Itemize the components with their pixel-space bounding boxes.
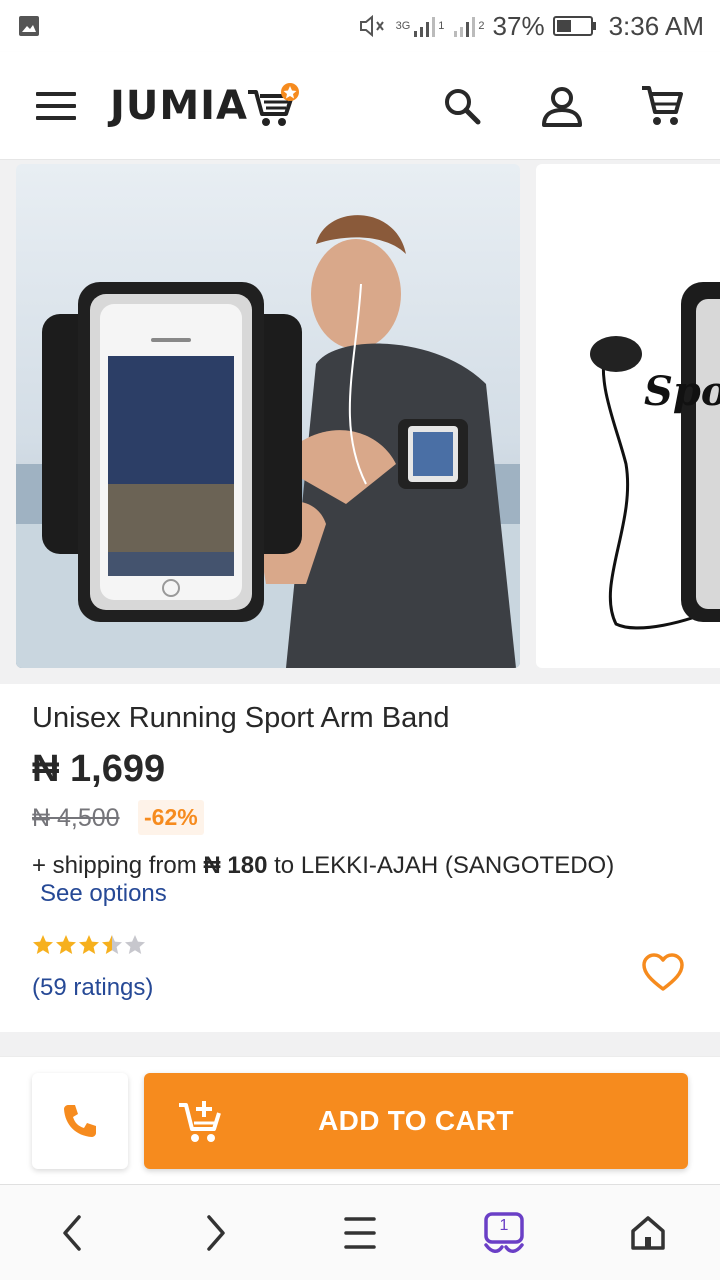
wishlist-heart-icon[interactable]	[641, 952, 685, 992]
star-icon	[55, 934, 77, 961]
discount-badge: -62%	[138, 800, 204, 835]
home-icon[interactable]	[618, 1203, 678, 1263]
account-icon[interactable]	[540, 84, 584, 128]
shipping-prefix: + shipping from	[32, 852, 204, 879]
star-icon	[124, 934, 146, 961]
see-options-link[interactable]: See options	[40, 880, 167, 908]
product-info-card: Unisex Running Sport Arm Band ₦ 1,699 ₦ …	[0, 684, 720, 1032]
tabs-icon[interactable]: 1	[474, 1203, 534, 1263]
search-icon[interactable]	[440, 84, 484, 128]
signal-sim2-icon: 2	[452, 13, 485, 39]
action-bar: ADD TO CART	[0, 1056, 720, 1184]
star-rating	[32, 934, 146, 961]
star-icon	[32, 934, 54, 961]
add-to-cart-button[interactable]: ADD TO CART	[144, 1073, 688, 1169]
jumia-logo[interactable]: JUMIA	[110, 82, 302, 130]
sim1-label: 1	[438, 20, 445, 32]
browser-menu-icon[interactable]	[330, 1203, 390, 1263]
shipping-amount: ₦ 180	[203, 852, 268, 879]
tabs-count: 1	[499, 1216, 509, 1234]
network-type-label: 3G	[395, 20, 411, 32]
menu-icon[interactable]	[36, 91, 76, 120]
next-slide-caption: Spor	[644, 368, 720, 415]
cart-icon[interactable]	[640, 84, 684, 128]
ratings-count-link[interactable]: (59 ratings)	[32, 974, 153, 1002]
add-to-cart-label: ADD TO CART	[318, 1105, 514, 1136]
product-image-next[interactable]	[536, 164, 720, 668]
star-icon	[101, 934, 123, 961]
forward-icon[interactable]	[186, 1203, 246, 1263]
logo-text: JUMIA	[110, 82, 249, 129]
gallery-notification-icon	[18, 15, 40, 37]
product-price: ₦ 1,699	[32, 748, 166, 790]
mute-icon	[358, 13, 388, 39]
clock: 3:36 AM	[608, 10, 704, 41]
phone-icon	[64, 1105, 96, 1137]
product-title: Unisex Running Sport Arm Band	[32, 702, 450, 734]
battery-percent: 37%	[492, 10, 545, 41]
back-icon[interactable]	[42, 1203, 102, 1263]
call-button[interactable]	[32, 1073, 128, 1169]
logo-cart-icon	[248, 82, 300, 126]
star-icon	[78, 934, 100, 961]
browser-nav-bar: 1	[0, 1184, 720, 1280]
signal-sim1-icon: 3G 1	[395, 13, 445, 39]
status-bar: 3G 1 2 37% 3:36 AM	[0, 0, 720, 52]
shipping-destination: to LEKKI-AJAH (SANGOTEDO)	[267, 852, 615, 879]
product-image-gallery[interactable]: Spor	[0, 160, 720, 684]
product-image-main[interactable]	[16, 164, 520, 668]
sim2-label: 2	[478, 20, 485, 32]
battery-icon	[552, 15, 597, 37]
shipping-info: + shipping from ₦ 180 to LEKKI-AJAH (SAN…	[32, 852, 614, 880]
app-header: JUMIA	[0, 52, 720, 160]
old-price: ₦ 4,500	[32, 804, 120, 832]
